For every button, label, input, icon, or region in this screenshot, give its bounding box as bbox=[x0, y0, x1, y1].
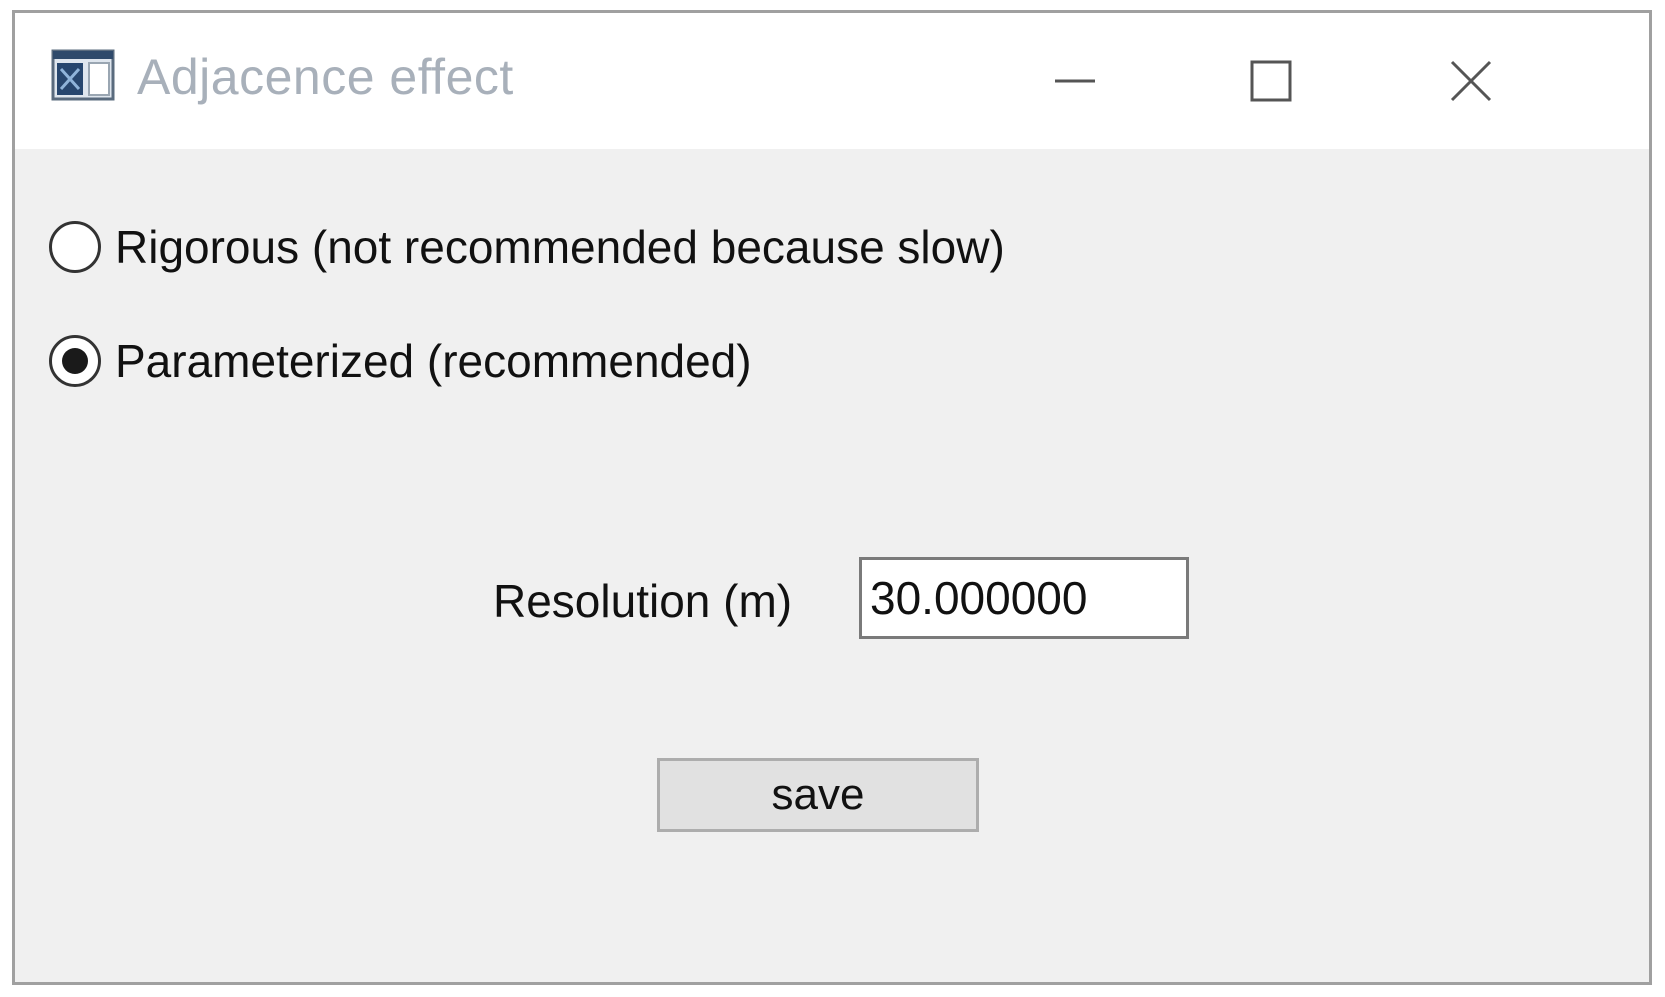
resolution-input[interactable] bbox=[859, 557, 1189, 639]
adjacence-effect-dialog: Adjacence effect Rigorous (not recommend… bbox=[12, 10, 1652, 985]
maximize-icon bbox=[1249, 59, 1293, 103]
radio-button-parameterized[interactable] bbox=[49, 335, 101, 387]
minimize-icon bbox=[1053, 59, 1097, 103]
resolution-label: Resolution (m) bbox=[493, 575, 793, 627]
save-button[interactable]: save bbox=[657, 758, 979, 832]
radio-selected-dot bbox=[62, 348, 88, 374]
minimize-button[interactable] bbox=[1015, 33, 1135, 129]
radio-label-rigorous: Rigorous (not recommended because slow) bbox=[115, 221, 1005, 273]
radio-button-rigorous[interactable] bbox=[49, 221, 101, 273]
radio-option-rigorous[interactable]: Rigorous (not recommended because slow) bbox=[49, 217, 1005, 277]
window-title: Adjacence effect bbox=[137, 49, 514, 105]
radio-label-parameterized: Parameterized (recommended) bbox=[115, 335, 752, 387]
radio-option-parameterized[interactable]: Parameterized (recommended) bbox=[49, 331, 752, 391]
app-window-icon bbox=[51, 47, 115, 103]
maximize-button[interactable] bbox=[1211, 33, 1331, 129]
close-button[interactable] bbox=[1411, 33, 1531, 129]
title-bar[interactable]: Adjacence effect bbox=[15, 13, 1649, 149]
close-icon bbox=[1449, 59, 1493, 103]
